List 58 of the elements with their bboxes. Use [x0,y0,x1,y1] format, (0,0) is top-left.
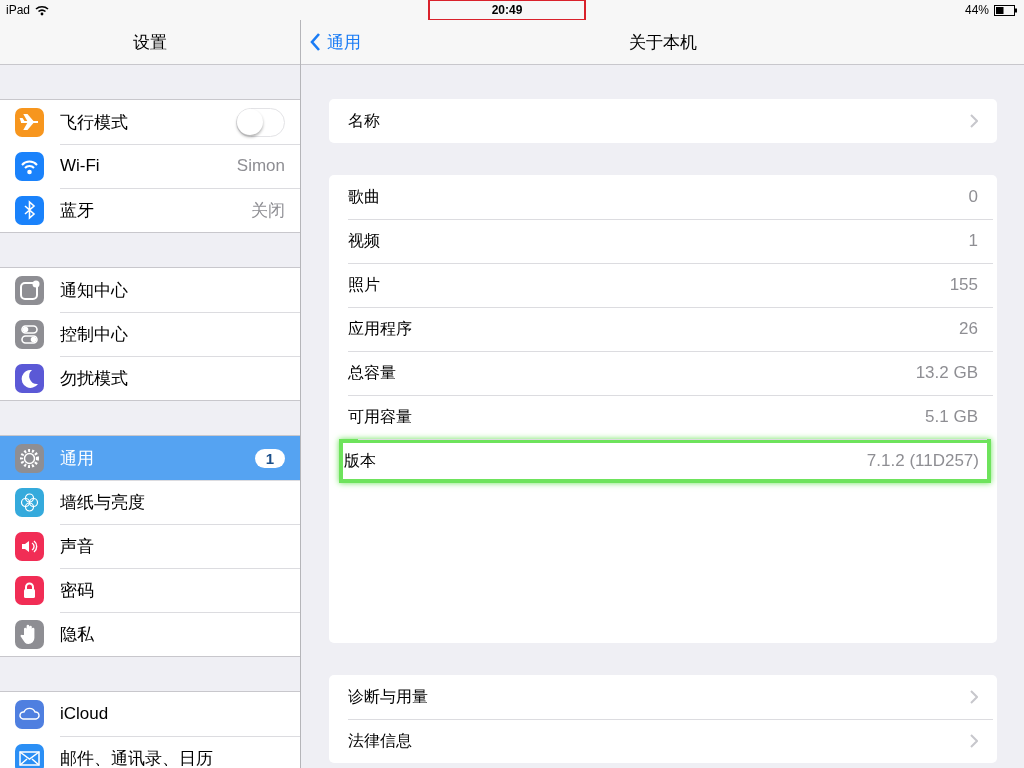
info-label: 总容量 [348,362,396,383]
info-value: 13.2 GB [915,363,978,383]
speaker-icon [15,531,44,561]
info-label: 应用程序 [348,318,412,339]
info-value: 7.1.2 (11D257) [866,451,979,471]
cloud-icon [15,699,44,729]
info-value: 0 [968,187,978,207]
settings-item[interactable]: 隐私 [0,612,300,656]
hand-icon [15,619,44,649]
settings-item[interactable]: 密码 [0,568,300,612]
count-badge: 1 [254,448,285,468]
settings-item[interactable]: 通知中心 [0,268,300,312]
flower-icon [15,487,44,517]
bluetooth-icon [15,195,44,225]
info-label: 版本 [344,450,376,471]
toggle-switch[interactable] [236,107,285,137]
detail-value: Simon [236,156,285,176]
toggles-icon [15,319,44,349]
settings-item[interactable]: 声音 [0,524,300,568]
info-value: 155 [949,275,978,295]
notification-icon [15,275,44,305]
info-value: 26 [959,319,978,339]
info-label: 照片 [348,274,380,295]
gear-icon [15,443,44,473]
detail-value: 关闭 [251,199,285,222]
back-chevron-icon [309,32,321,52]
device-name: iPad [6,3,31,17]
battery-icon [994,4,1018,16]
settings-item[interactable]: 控制中心 [0,312,300,356]
moon-icon [15,363,44,393]
back-button[interactable]: 通用 [309,30,361,54]
wifi-signal-icon [35,4,50,16]
info-value: 1 [968,231,978,251]
settings-item[interactable]: 勿扰模式 [0,356,300,400]
settings-item[interactable]: Wi-Fi Simon [0,144,300,188]
settings-item[interactable]: 通用 1 [0,436,300,480]
back-label[interactable]: 通用 [327,30,361,54]
battery-percent: 44% [965,3,989,17]
lock-icon [15,575,44,605]
info-label: 可用容量 [348,406,412,427]
info-label: 法律信息 [348,730,412,751]
info-label: 视频 [348,230,380,251]
info-value: 5.1 GB [925,407,978,427]
chevron-icon [970,690,978,704]
settings-item[interactable]: 墙纸与亮度 [0,480,300,524]
settings-item[interactable]: iCloud [0,692,300,736]
info-label: 名称 [348,110,380,131]
chevron-icon [970,114,978,128]
settings-item[interactable]: 蓝牙 关闭 [0,188,300,232]
sidebar-title: 设置 [133,31,167,54]
settings-item[interactable]: 邮件、通讯录、日历 [0,736,300,768]
page-title: 关于本机 [628,31,697,54]
info-label: 诊断与用量 [348,686,428,707]
wifi-icon [15,151,44,181]
settings-item[interactable]: 飞行模式 [0,100,300,144]
airplane-icon [15,107,44,137]
chevron-icon [970,734,978,748]
info-label: 歌曲 [348,186,380,207]
